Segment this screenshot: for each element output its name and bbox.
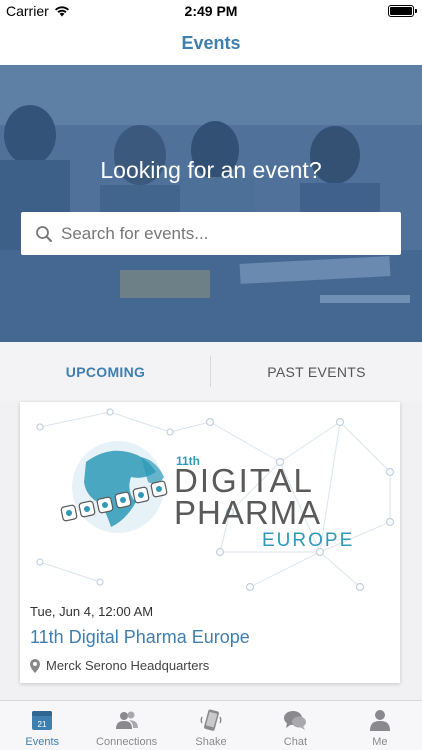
bottom-tab-bar: 21 Events Connections Shake Chat Me <box>0 700 422 750</box>
event-card[interactable]: 11th DIGITAL PHARMA EUROPE Tue, Jun 4, 1… <box>20 402 400 683</box>
tab-bar-label: Connections <box>96 736 158 748</box>
event-tabs: UPCOMING PAST EVENTS <box>0 342 422 401</box>
tab-bar-events[interactable]: 21 Events <box>0 701 84 750</box>
tab-bar-connections[interactable]: Connections <box>84 701 168 750</box>
search-icon <box>36 225 52 242</box>
tab-upcoming[interactable]: UPCOMING <box>0 342 211 401</box>
status-time: 2:49 PM <box>184 3 238 19</box>
calendar-icon: 21 <box>32 711 53 730</box>
person-icon <box>369 710 390 731</box>
event-name-link[interactable]: 11th Digital Pharma Europe <box>30 627 250 648</box>
phone-shake-icon <box>200 709 222 731</box>
event-banner: 11th DIGITAL PHARMA EUROPE <box>20 402 400 592</box>
banner-line-pharma: PHARMA <box>174 494 322 531</box>
battery-icon <box>388 5 417 17</box>
tab-bar-label: Me <box>372 736 388 748</box>
tab-bar-label: Chat <box>283 736 308 748</box>
page-title: Events <box>181 33 241 53</box>
tab-bar-shake[interactable]: Shake <box>169 701 253 750</box>
event-location: Merck Serono Headquarters <box>30 658 209 673</box>
hero-banner: Looking for an event? <box>0 65 422 342</box>
status-bar: Carrier 2:49 PM <box>0 0 422 22</box>
event-date: Tue, Jun 4, 12:00 AM <box>30 604 154 619</box>
tab-bar-me[interactable]: Me <box>338 701 422 750</box>
location-pin-icon <box>30 658 40 673</box>
chat-bubbles-icon <box>284 711 307 730</box>
calendar-badge: 21 <box>38 720 47 729</box>
banner-line-europe: EUROPE <box>262 530 355 551</box>
navigation-bar: Events <box>0 22 422 65</box>
search-bar[interactable] <box>21 212 401 255</box>
hero-title: Looking for an event? <box>100 157 322 183</box>
tab-bar-label: Events <box>25 736 60 748</box>
search-input[interactable] <box>61 223 381 244</box>
tab-divider <box>210 356 211 387</box>
tab-past-events[interactable]: PAST EVENTS <box>211 342 422 401</box>
people-icon <box>115 711 138 729</box>
tab-bar-chat[interactable]: Chat <box>253 701 337 750</box>
event-location-label: Merck Serono Headquarters <box>46 658 210 673</box>
tab-bar-label: Shake <box>195 736 227 748</box>
